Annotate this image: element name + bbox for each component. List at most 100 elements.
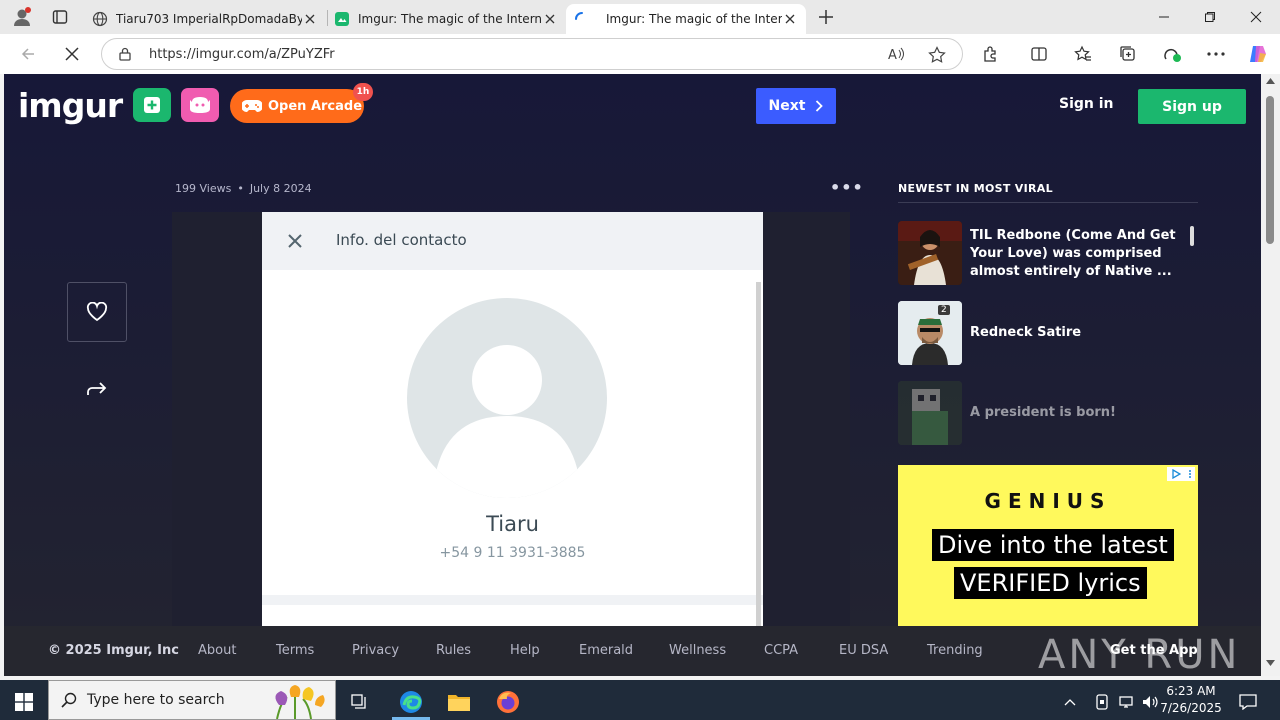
footer-link-about[interactable]: About (198, 643, 236, 658)
copilot-icon[interactable] (1246, 42, 1270, 66)
imgur-logo[interactable]: imgur (18, 86, 123, 125)
heart-icon (86, 302, 108, 322)
back-icon[interactable] (16, 42, 40, 66)
settings-more-icon[interactable] (1204, 42, 1228, 66)
contact-header: Info. del contacto (262, 212, 763, 270)
browser-toolbar: https://imgur.com/a/ZPuYZFr A (0, 34, 1280, 74)
view-count: 199 Views (175, 182, 232, 195)
viral-post-title: A president is born! (970, 405, 1116, 420)
viral-post-thumbnail (898, 381, 962, 445)
favorites-icon[interactable] (1071, 42, 1095, 66)
browser-essentials-icon[interactable] (1160, 42, 1184, 66)
footer-link-emerald[interactable]: Emerald (579, 643, 633, 658)
ad-choices-icon[interactable] (1167, 467, 1195, 481)
taskbar-search-box[interactable]: Type here to search (48, 680, 336, 720)
page-scroll-thumb[interactable] (1266, 96, 1274, 244)
footer-link-privacy[interactable]: Privacy (352, 643, 399, 658)
page-scrollbar[interactable] (1261, 74, 1280, 676)
new-tab-icon[interactable] (814, 5, 838, 29)
favorite-button[interactable] (67, 282, 127, 342)
tab-2-label: Imgur: The magic of the Internet (358, 12, 542, 26)
notifications-icon[interactable] (1228, 684, 1268, 720)
footer-link-terms[interactable]: Terms (276, 643, 314, 658)
contact-header-title: Info. del contacto (336, 231, 467, 249)
firefox-icon[interactable] (488, 684, 528, 720)
next-post-button[interactable]: Next (756, 88, 836, 124)
contact-info-screenshot: Info. del contacto Tiaru +54 9 11 3931-3… (262, 212, 763, 676)
tab-3-active[interactable]: Imgur: The magic of the Internet (566, 4, 806, 34)
anyrun-watermark: ANY RUN (1038, 632, 1241, 678)
clock-date: 7/26/2025 (1160, 701, 1222, 715)
viral-post-title: TIL Redbone (Come And Get Your Love) was… (970, 228, 1176, 279)
footer-copyright: © 2025 Imgur, Inc (48, 643, 179, 658)
tab-2[interactable]: Imgur: The magic of the Internet (326, 4, 566, 34)
new-post-button[interactable] (133, 88, 171, 122)
taskbar-search-placeholder: Type here to search (87, 692, 225, 708)
sign-in-link[interactable]: Sign in (1059, 96, 1114, 112)
file-explorer-icon[interactable] (439, 684, 479, 720)
collections-icon[interactable] (1116, 42, 1140, 66)
sign-up-button[interactable]: Sign up (1138, 89, 1246, 124)
task-view-icon[interactable] (340, 684, 380, 720)
ad-headline-1: Dive into the latest (932, 529, 1174, 561)
chevron-right-icon (815, 100, 824, 112)
post-date: July 8 2024 (249, 182, 312, 195)
viral-post-thumbnail: 2 (898, 301, 962, 365)
scroll-up-icon[interactable] (1266, 78, 1275, 84)
stop-loading-icon[interactable] (60, 42, 84, 66)
tab-1[interactable]: Tiaru703 ImperialRpDomadaBy25 (84, 4, 326, 34)
device-icon[interactable] (1090, 684, 1114, 720)
favorite-star-icon[interactable] (928, 46, 946, 64)
sidebar-heading-underline (898, 202, 1198, 203)
read-aloud-icon[interactable]: A (888, 46, 906, 62)
chevron-up-icon[interactable] (1058, 684, 1082, 720)
split-screen-icon[interactable] (1027, 42, 1051, 66)
meme-face-icon (189, 96, 211, 114)
imgur-page: imgur Open Arcade 1h Next Sign in Sign u… (4, 74, 1261, 676)
viral-post-item[interactable]: TIL Redbone (Come And Get Your Love) was… (898, 221, 1198, 285)
edge-taskbar-icon[interactable] (391, 684, 431, 720)
ad-brand: GENIUS (984, 489, 1112, 513)
address-bar[interactable]: https://imgur.com/a/ZPuYZFr A (101, 38, 963, 70)
close-icon[interactable] (302, 11, 318, 27)
windows-start-icon[interactable] (4, 684, 44, 720)
footer-link-wellness[interactable]: Wellness (669, 643, 726, 658)
taskbar-clock[interactable]: 6:23 AM 7/26/2025 (1152, 683, 1230, 717)
imgur-favicon-icon (334, 11, 350, 27)
share-button[interactable] (84, 376, 110, 402)
sidebar-list-scrollbar[interactable] (1190, 226, 1194, 246)
sidebar-heading: NEWEST IN MOST VIRAL (898, 182, 1053, 195)
close-icon[interactable] (782, 11, 798, 27)
next-label: Next (768, 98, 806, 114)
minimize-icon[interactable] (1141, 0, 1187, 34)
tab-actions-icon[interactable] (48, 5, 72, 29)
scroll-down-icon[interactable] (1266, 660, 1275, 666)
footer-link-help[interactable]: Help (510, 643, 540, 658)
avatar-placeholder-icon (407, 298, 607, 498)
globe-icon (92, 11, 108, 27)
more-options-icon[interactable]: ••• (830, 178, 864, 197)
profile-icon[interactable] (10, 5, 34, 29)
viral-post-item[interactable]: A president is born! (898, 381, 1198, 445)
url-text: https://imgur.com/a/ZPuYZFr (149, 47, 335, 62)
contact-divider (262, 595, 763, 605)
network-icon[interactable] (1114, 684, 1138, 720)
post-meta: 199 Views • July 8 2024 (175, 182, 312, 195)
site-info-icon[interactable] (118, 47, 132, 61)
footer-link-trending[interactable]: Trending (927, 643, 983, 658)
arcade-label: Open Arcade (268, 98, 363, 114)
close-icon (284, 230, 306, 252)
close-icon[interactable] (542, 11, 558, 27)
restore-icon[interactable] (1187, 0, 1233, 34)
footer-link-eu-dsa[interactable]: EU DSA (839, 643, 888, 658)
arcade-time-badge: 1h (353, 83, 373, 101)
svg-text:A: A (888, 48, 897, 62)
window-close-icon[interactable] (1233, 0, 1279, 34)
footer-link-rules[interactable]: Rules (436, 643, 471, 658)
meme-generator-button[interactable] (181, 88, 219, 122)
viral-post-item[interactable]: 2 Redneck Satire (898, 301, 1198, 365)
extensions-icon[interactable] (979, 42, 1003, 66)
footer-link-ccpa[interactable]: CCPA (764, 643, 798, 658)
gamepad-icon (242, 99, 262, 113)
open-arcade-button[interactable]: Open Arcade (230, 89, 364, 123)
